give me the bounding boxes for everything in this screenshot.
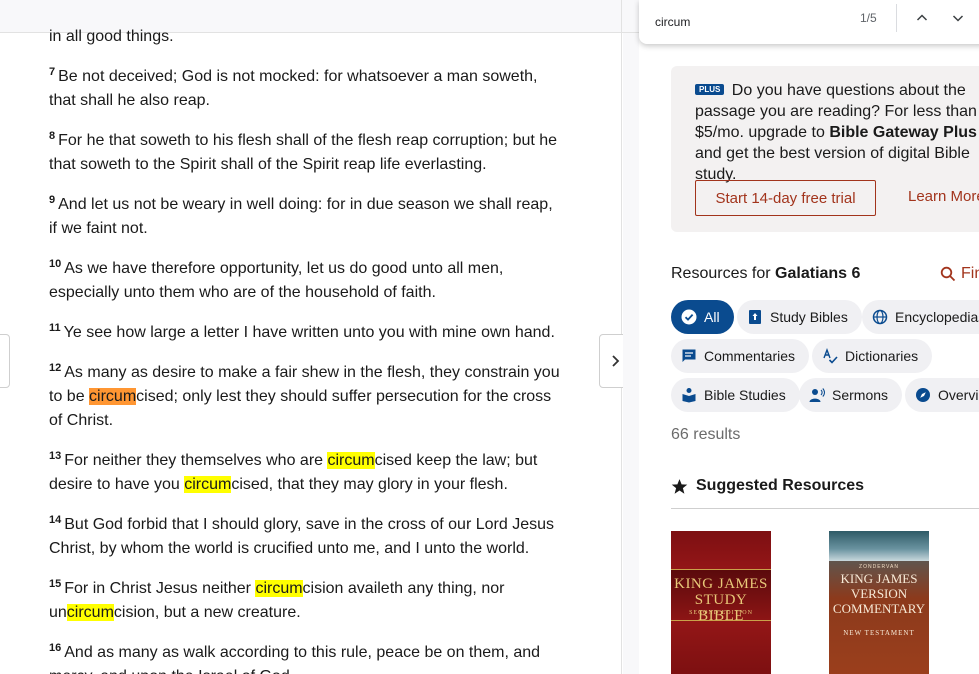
bible-upload-icon — [749, 310, 761, 324]
book-title: KING JAMES STUDY BIBLE — [674, 576, 768, 624]
results-count: 66 results — [671, 426, 741, 443]
verse-number: 13 — [49, 450, 62, 462]
verse-number: 16 — [49, 642, 62, 654]
verse-text: As we have therefore opportunity, let us… — [49, 260, 504, 301]
search-highlight: circum — [184, 476, 232, 493]
compass-icon — [916, 388, 930, 402]
book-cover-kjv-commentary[interactable]: ZONDERVAN KING JAMES VERSION COMMENTARY … — [829, 531, 929, 674]
cover-photo — [829, 531, 929, 561]
chip-bible-studies[interactable]: Bible Studies — [671, 378, 800, 412]
verse-text: For he that soweth to his flesh shall of… — [49, 132, 558, 173]
verse-number: 7 — [49, 66, 56, 78]
chip-dictionaries[interactable]: Dictionaries — [812, 339, 933, 373]
chip-study-bibles[interactable]: Study Bibles — [737, 300, 862, 334]
book-reader-icon — [682, 388, 696, 403]
search-highlight: circum — [66, 604, 114, 621]
chip-label: Study Bibles — [770, 309, 848, 325]
speaker-icon — [809, 388, 825, 402]
verse-number: 14 — [49, 514, 62, 526]
chip-label: All — [704, 309, 720, 325]
spellcheck-icon — [823, 348, 838, 364]
find-divider — [896, 4, 897, 32]
check-circle-icon — [681, 309, 697, 325]
verse-14: 14 But God forbid that I should glory, sa… — [49, 513, 564, 561]
verse-15: 15 For in Christ Jesus neither circumcisi… — [49, 577, 564, 625]
chip-label: Commentaries — [704, 348, 796, 364]
find-input[interactable] — [655, 11, 845, 33]
chip-commentaries[interactable]: Commentaries — [671, 339, 810, 373]
search-highlight: circum — [327, 452, 375, 469]
book-title: KING JAMES VERSION COMMENTARY — [832, 571, 926, 616]
comment-icon — [682, 349, 696, 362]
chip-all[interactable]: All — [671, 300, 734, 334]
book-cover-kjv-study-bible[interactable]: KING JAMES STUDY BIBLE SECOND EDITION — [671, 531, 771, 674]
book-publisher: ZONDERVAN — [859, 564, 899, 570]
verse-text: But God forbid that I should glory, save… — [49, 516, 554, 557]
previous-chapter-tab[interactable] — [0, 334, 10, 388]
verse-9: 9 And let us not be weary in well doing: … — [49, 193, 564, 241]
verse-11: 11 Ye see how large a letter I have writt… — [49, 321, 564, 345]
plus-badge: PLUS — [695, 84, 725, 95]
chevron-right-icon — [612, 355, 620, 367]
verse-13: 13 For neither they themselves who are ci… — [49, 449, 564, 497]
chip-sermons[interactable]: Sermons — [799, 378, 903, 412]
find-link-label: Find — [961, 265, 979, 282]
verse-number: 8 — [49, 130, 56, 142]
find-match-count: 1/5 — [860, 11, 877, 25]
verse-text: cision, but a new creature. — [113, 604, 301, 621]
chip-label: Encyclopedias — [895, 309, 979, 325]
chip-label: Overviews — [938, 387, 979, 403]
verse-text: Ye see how large a letter I have written… — [63, 324, 555, 341]
verse-number: 11 — [49, 322, 61, 334]
verse-text: And as many as walk according to this ru… — [49, 644, 541, 674]
promo-text: PLUS Do you have questions about the pas… — [695, 80, 979, 185]
verse-text: And let us not be weary in well doing: f… — [49, 196, 553, 237]
verse-7: 7 Be not deceived; God is not mocked: for… — [49, 65, 564, 113]
chip-encyclopedias[interactable]: Encyclopedias — [862, 300, 979, 334]
learn-more-link[interactable]: Learn More — [908, 188, 979, 205]
sidebar-gutter — [623, 33, 639, 674]
find-previous-button[interactable] — [911, 8, 933, 28]
verse-fragment: in all good things. — [49, 28, 174, 45]
find-next-button[interactable] — [947, 8, 969, 28]
resources-heading-prefix: Resources for — [671, 265, 771, 282]
chip-overviews[interactable]: Overviews — [905, 378, 979, 412]
chevron-up-icon — [916, 14, 928, 21]
star-icon — [671, 478, 688, 494]
passage-text: in all good things. 7 Be not deceived; Go… — [0, 0, 622, 674]
search-icon — [940, 266, 956, 282]
start-free-trial-button[interactable]: Start 14-day free trial — [695, 180, 876, 216]
verse-text: For neither they themselves who are — [64, 452, 328, 469]
verse-text: cised, that they may glory in your flesh… — [231, 476, 508, 493]
search-highlight: circum — [255, 580, 303, 597]
resources-heading-ref: Galatians 6 — [775, 265, 861, 282]
verse-number: 10 — [49, 258, 62, 270]
find-bar: 1/5 — [639, 0, 979, 44]
globe-icon — [872, 309, 888, 325]
book-subtitle: NEW TESTAMENT — [843, 629, 915, 637]
chip-label: Bible Studies — [704, 387, 786, 403]
verse-16: 16 And as many as walk according to this … — [49, 641, 564, 674]
chip-label: Dictionaries — [845, 348, 919, 364]
verse-number: 12 — [49, 362, 62, 374]
suggested-title-label: Suggested Resources — [696, 477, 865, 494]
verse-8: 8 For he that soweth to his flesh shall o… — [49, 129, 564, 177]
promo-text-after: and get the best version of digital Bibl… — [695, 145, 970, 183]
find-resources-link[interactable]: Find — [940, 265, 979, 283]
book-subtitle: SECOND EDITION — [689, 610, 753, 616]
verse-12: 12 As many as desire to make a fair shew … — [49, 361, 564, 433]
divider — [671, 508, 979, 509]
verse-number: 15 — [49, 578, 62, 590]
verse-text: Be not deceived; God is not mocked: for … — [49, 68, 538, 109]
verse-number: 9 — [49, 194, 56, 206]
verse-10: 10 As we have therefore opportunity, let … — [49, 257, 564, 305]
chevron-down-icon — [952, 15, 964, 22]
verse-text: For in Christ Jesus neither — [64, 580, 256, 597]
resources-heading: Resources for Galatians 6 — [671, 265, 860, 283]
plus-promo-panel: PLUS Do you have questions about the pas… — [671, 66, 979, 232]
suggested-resources-title: Suggested Resources — [671, 477, 864, 495]
promo-brand: Bible Gateway Plus — [829, 124, 977, 141]
chip-label: Sermons — [832, 387, 889, 403]
search-highlight-current: circum — [89, 388, 137, 405]
